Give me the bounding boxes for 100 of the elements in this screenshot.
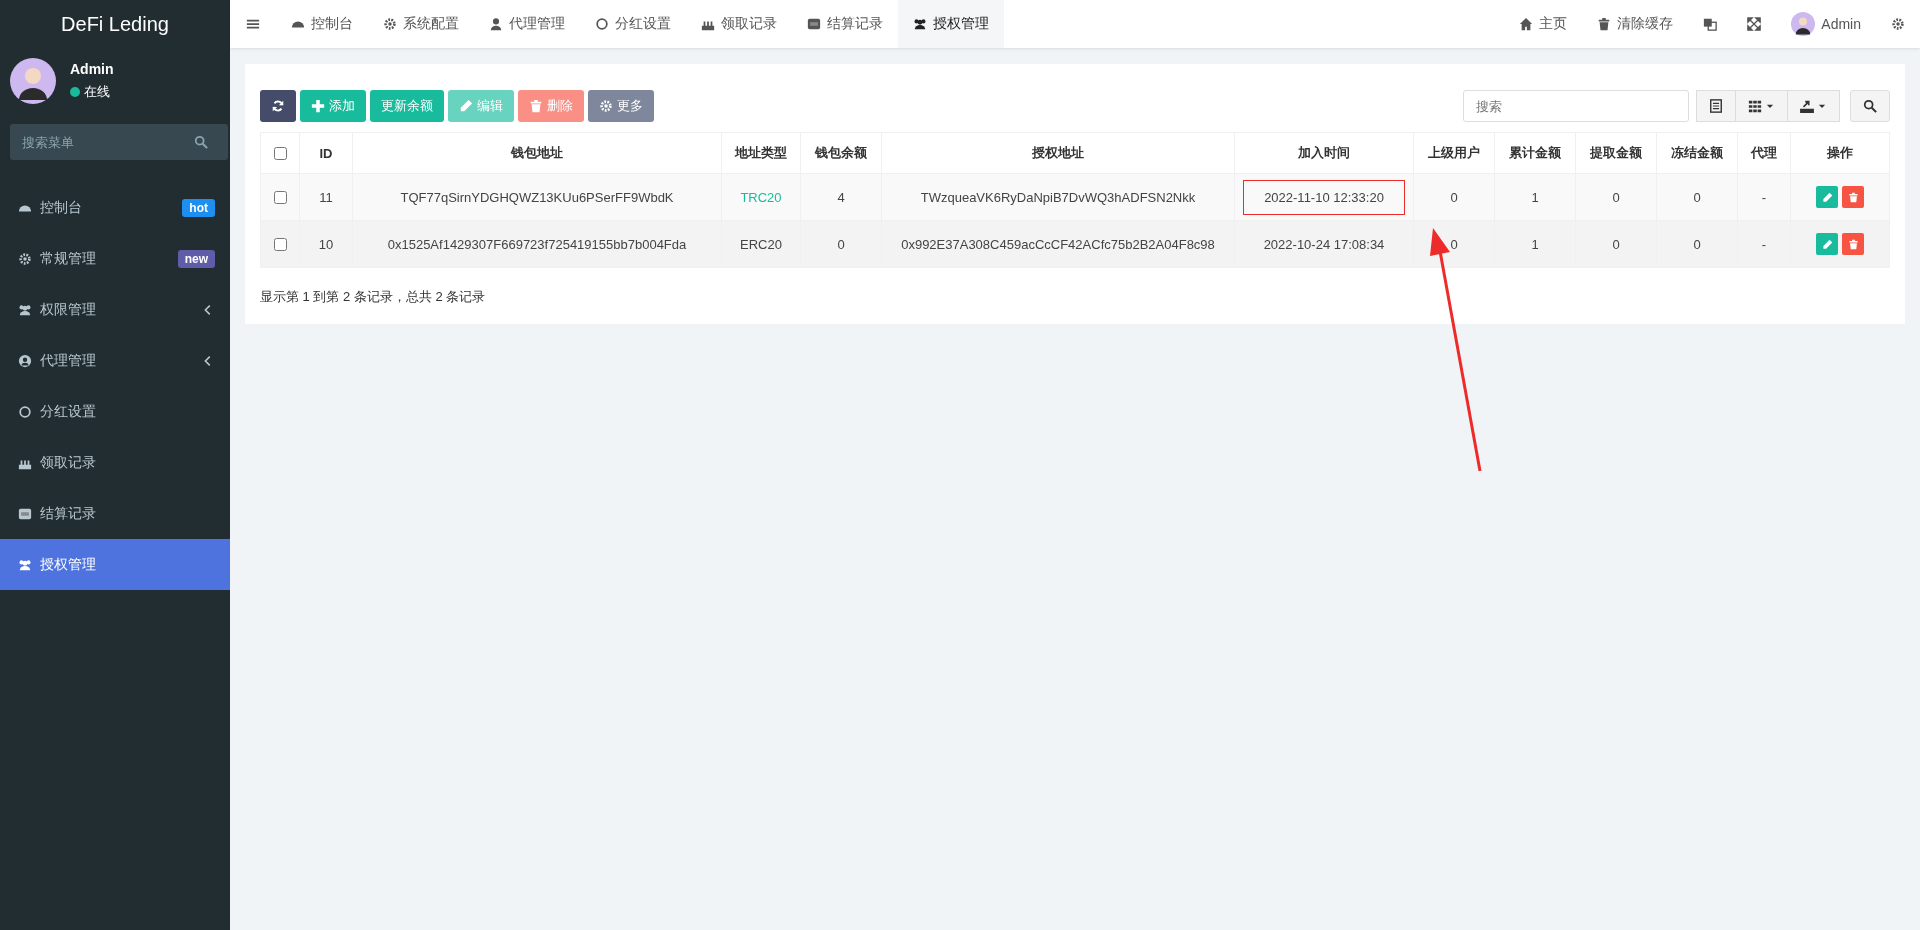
- nav-tab[interactable]: 领取记录: [686, 0, 792, 48]
- translate-icon: [1703, 17, 1718, 31]
- card-icon: [807, 17, 821, 31]
- columns-button[interactable]: [1735, 90, 1788, 122]
- gear-icon: [599, 99, 613, 113]
- sidebar-item[interactable]: 授权管理: [0, 539, 230, 590]
- delete-button[interactable]: [1842, 233, 1864, 255]
- menu-badge: new: [177, 249, 215, 268]
- sidebar-item[interactable]: 控制台 hot: [0, 182, 230, 233]
- users-icon: [18, 302, 32, 317]
- table-cell: 0: [1450, 189, 1458, 205]
- expand-icon: [1747, 17, 1762, 31]
- menu-icon: [246, 17, 260, 31]
- user-menu[interactable]: Admin: [1776, 0, 1876, 48]
- column-header: 冻结金额: [1671, 145, 1723, 160]
- table-cell: 0: [1612, 189, 1620, 205]
- table-cell-text: 2022-10-24 17:08:34: [1262, 235, 1386, 254]
- column-header: 操作: [1827, 145, 1853, 160]
- user-circle-icon: [18, 353, 32, 368]
- sidebar-item[interactable]: 分红设置: [0, 386, 230, 437]
- gear-icon: [383, 17, 397, 31]
- search-icon: [194, 135, 208, 149]
- sidebar-item[interactable]: 领取记录: [0, 437, 230, 488]
- nav-tab[interactable]: 分红设置: [580, 0, 686, 48]
- search-field[interactable]: 搜索: [1463, 90, 1689, 122]
- search-icon: [1863, 99, 1877, 113]
- search-field[interactable]: 搜索菜单: [10, 124, 228, 160]
- table-cell: TWzqueaVK6RyDaNpiB7DvWQ3hADFSN2Nkk: [920, 189, 1196, 205]
- export-icon: [1800, 99, 1814, 113]
- table-cell: TRC20: [740, 189, 782, 205]
- avatar-icon: [10, 58, 56, 104]
- pencil-icon: [1821, 238, 1833, 250]
- users-icon: [18, 557, 32, 572]
- home-link[interactable]: 主页: [1504, 0, 1583, 48]
- table-cell: 0: [1450, 236, 1458, 252]
- table-cell: ERC20: [740, 236, 782, 252]
- users-icon: [913, 17, 927, 31]
- table-cell: 0x1525Af1429307F669723f725419155bb7b004Fda: [387, 236, 687, 252]
- column-header: 钱包余额: [815, 145, 867, 160]
- table-cell: 1: [1531, 236, 1539, 252]
- table-cell: 4: [837, 189, 845, 205]
- trash-icon: [1847, 191, 1859, 203]
- table-cell: 0x992E37A308C459acCcCF42ACfc75b2B2A04F8c98: [901, 236, 1215, 252]
- column-header: ID: [319, 145, 333, 161]
- table-cell: 1: [1531, 189, 1539, 205]
- user-name: Admin: [70, 61, 114, 77]
- table-cell: -: [1761, 189, 1767, 205]
- column-header: 钱包地址: [511, 145, 563, 160]
- edit-button[interactable]: [1816, 186, 1838, 208]
- plus-icon: [311, 99, 325, 113]
- refresh-button[interactable]: [260, 90, 296, 122]
- highlight-box: 2022-11-10 12:33:20: [1243, 179, 1405, 215]
- toolbar-button[interactable]: 更多: [588, 90, 654, 122]
- table-cell: -: [1761, 236, 1767, 252]
- sidebar-item[interactable]: 权限管理: [0, 284, 230, 335]
- nav-tab[interactable]: 代理管理: [474, 0, 580, 48]
- circle-icon: [18, 404, 32, 419]
- row-checkbox[interactable]: [274, 190, 287, 204]
- nav-tab[interactable]: 结算记录: [792, 0, 898, 48]
- clear-cache-button[interactable]: 清除缓存: [1582, 0, 1689, 48]
- refresh-icon: [271, 99, 285, 113]
- sidebar-item[interactable]: 代理管理: [0, 335, 230, 386]
- pencil-icon: [1821, 191, 1833, 203]
- column-header: 提取金额: [1590, 145, 1642, 160]
- trash-icon: [529, 99, 543, 113]
- gears-icon: [1891, 17, 1905, 31]
- nav-tab[interactable]: 控制台: [276, 0, 368, 48]
- delete-button[interactable]: [1842, 186, 1864, 208]
- select-all-checkbox[interactable]: [274, 146, 287, 160]
- list-icon: [1709, 99, 1723, 113]
- edit-button[interactable]: [1816, 233, 1838, 255]
- pagination-info: 显示第 1 到第 2 条记录，总共 2 条记录: [260, 288, 487, 306]
- gears-icon: [18, 251, 32, 266]
- column-header: 代理: [1751, 145, 1777, 160]
- pencil-icon: [459, 99, 473, 113]
- column-header: 授权地址: [1032, 145, 1084, 160]
- toggle-view-button[interactable]: [1696, 90, 1736, 122]
- user-status: 在线: [70, 83, 114, 101]
- table-cell: TQF77qSirnYDGHQWZ13KUu6PSerFF9WbdK: [400, 189, 674, 205]
- app-logo[interactable]: DeFi Leding: [0, 0, 230, 48]
- nav-tab[interactable]: 授权管理: [898, 0, 1004, 48]
- column-header: 加入时间: [1298, 145, 1350, 160]
- trash-icon: [1847, 238, 1859, 250]
- row-checkbox[interactable]: [274, 237, 287, 251]
- column-header: 地址类型: [735, 145, 787, 160]
- home-icon: [1519, 17, 1534, 31]
- column-header: 累计金额: [1509, 145, 1561, 160]
- sidebar-item[interactable]: 结算记录: [0, 488, 230, 539]
- user-icon: [489, 17, 503, 31]
- column-header: 上级用户: [1428, 145, 1480, 160]
- nav-tab[interactable]: 系统配置: [368, 0, 474, 48]
- export-button[interactable]: [1787, 90, 1840, 122]
- table-cell: 10: [318, 236, 334, 252]
- circle-icon: [595, 17, 609, 31]
- table-cell: 0: [1693, 236, 1701, 252]
- search-button[interactable]: [1850, 90, 1890, 122]
- table-cell: 11: [319, 189, 333, 205]
- trash-icon: [1597, 17, 1612, 31]
- table-cell: 0: [1693, 189, 1701, 205]
- sidebar-item[interactable]: 常规管理 new: [0, 233, 230, 284]
